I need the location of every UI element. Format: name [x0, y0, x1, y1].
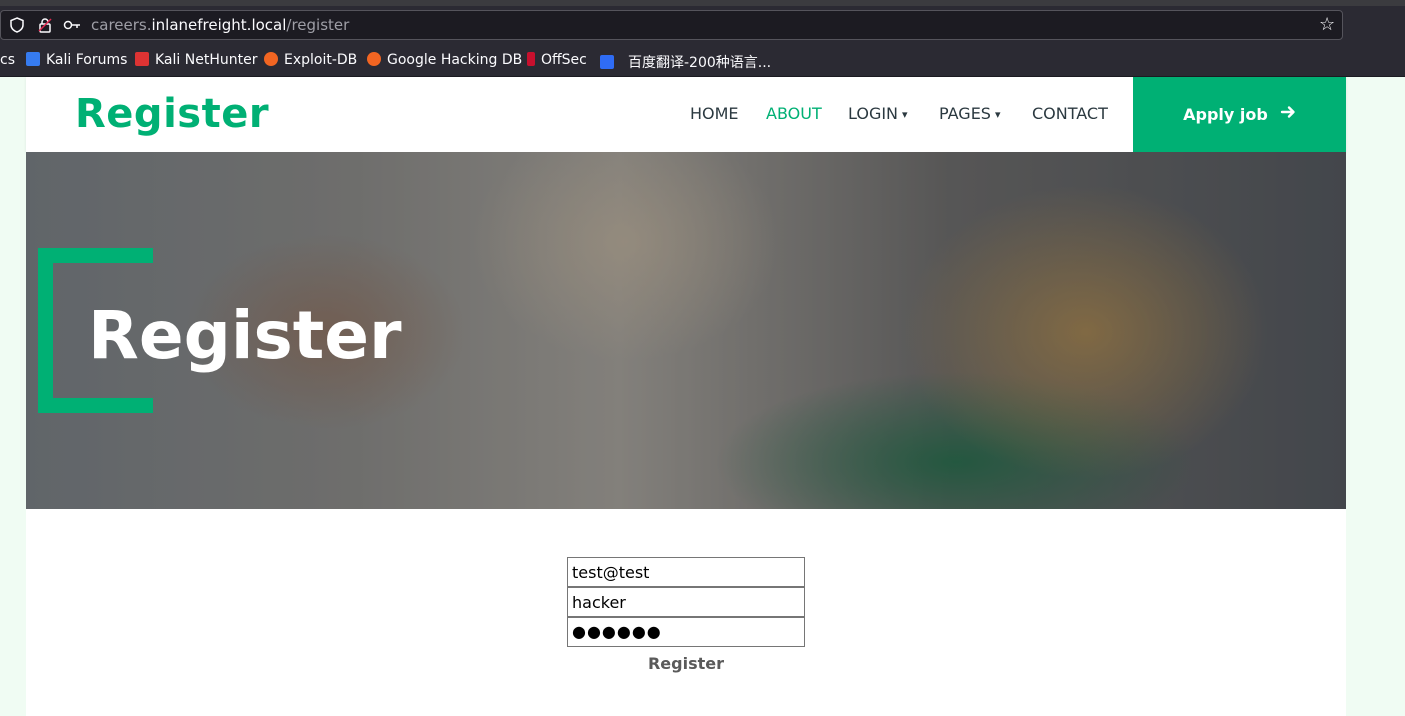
password-input[interactable]: ●●●●●●: [567, 617, 805, 647]
bookmark-item[interactable]: cs: [0, 52, 15, 68]
bookmark-label: Kali Forums: [46, 52, 128, 68]
kali-nethunter-icon: [135, 52, 149, 66]
bookmarks-bar: cs Kali Forums Kali NetHunter Exploit-DB…: [0, 44, 1405, 77]
nav-contact[interactable]: CONTACT: [1032, 104, 1108, 123]
nav-login[interactable]: LOGIN ▾: [848, 104, 908, 123]
nav-pages-label: PAGES: [939, 104, 991, 123]
url-prefix: careers.: [91, 16, 152, 34]
bookmark-label: Exploit-DB: [284, 52, 358, 68]
arrow-right-icon: [1280, 104, 1296, 125]
bookmark-item[interactable]: Kali Forums: [26, 52, 127, 68]
baidu-translate-icon: [600, 55, 614, 69]
bookmark-item[interactable]: 百度翻译-200种语言...: [600, 52, 771, 72]
username-input[interactable]: [567, 587, 805, 617]
url-path: /register: [286, 16, 350, 34]
shield-icon[interactable]: [9, 17, 25, 36]
hero-title: Register: [88, 297, 402, 374]
email-input[interactable]: [567, 557, 805, 587]
bookmark-label: OffSec: [541, 52, 587, 68]
browser-toolbar: careers.inlanefreight.local/register ☆: [0, 6, 1405, 44]
bookmark-label: cs: [0, 52, 15, 68]
web-page: Register HOME ABOUT LOGIN ▾ PAGES ▾ CONTAC…: [26, 77, 1346, 716]
offsec-icon: [527, 52, 535, 66]
bookmark-item[interactable]: Google Hacking DB: [367, 52, 522, 68]
bookmark-item[interactable]: OffSec: [527, 52, 587, 68]
bookmark-label: Google Hacking DB: [387, 52, 523, 68]
apply-job-label: Apply job: [1183, 105, 1268, 124]
nav-login-label: LOGIN: [848, 104, 899, 123]
exploit-db-icon: [264, 52, 278, 66]
register-button[interactable]: Register: [567, 654, 805, 673]
kali-forums-icon: [26, 52, 40, 66]
apply-job-button[interactable]: Apply job: [1133, 77, 1346, 152]
nav-pages[interactable]: PAGES ▾: [939, 104, 1000, 123]
site-logo[interactable]: Register: [75, 91, 269, 137]
google-hacking-db-icon: [367, 52, 381, 66]
bookmark-label: Kali NetHunter: [155, 52, 258, 68]
key-icon[interactable]: [63, 17, 81, 36]
insecure-lock-icon[interactable]: [37, 17, 53, 36]
chevron-down-icon: ▾: [902, 108, 908, 121]
site-header: Register HOME ABOUT LOGIN ▾ PAGES ▾ CONTAC…: [26, 77, 1346, 152]
hero-banner-image: Register: [26, 152, 1346, 509]
bookmark-star-icon[interactable]: ☆: [1319, 14, 1335, 35]
nav-about[interactable]: ABOUT: [766, 104, 822, 123]
url-domain: inlanefreight.local: [151, 16, 287, 34]
address-bar[interactable]: careers.inlanefreight.local/register ☆: [0, 10, 1343, 40]
bookmark-item[interactable]: Kali NetHunter: [135, 52, 257, 68]
url-text[interactable]: careers.inlanefreight.local/register: [91, 16, 349, 34]
bookmark-label: 百度翻译-200种语言...: [628, 55, 772, 71]
nav-home[interactable]: HOME: [690, 104, 739, 123]
bookmark-item[interactable]: Exploit-DB: [264, 52, 357, 68]
chevron-down-icon: ▾: [994, 108, 1001, 121]
